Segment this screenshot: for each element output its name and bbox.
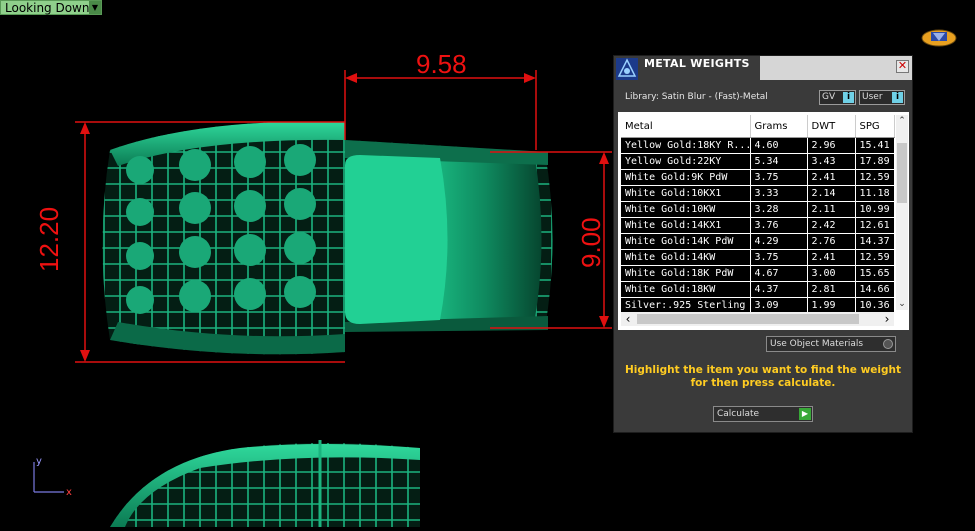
axis-gizmo: y x [33,456,72,498]
table-row[interactable]: White Gold:10KX1 3.33 2.14 11.18 [621,185,895,202]
chevron-down-icon[interactable]: ▼ [89,1,101,14]
table-cell: 2.81 [807,281,856,298]
table-cell: 14.66 [855,281,895,298]
table-cell: 3.75 [750,249,808,266]
table-cell: 3.43 [807,153,856,170]
table-cell: 12.59 [855,249,895,266]
scroll-thumb[interactable] [897,143,907,203]
table-cell: 4.37 [750,281,808,298]
table-cell: 2.14 [807,185,856,202]
panel-title-bar[interactable]: METAL WEIGHTS ✕ [614,56,912,80]
calculate-label: Calculate [717,409,760,419]
view-dropdown-label: Looking Down [5,1,90,15]
table-cell: White Gold:10KW [621,201,751,218]
column-header[interactable]: DWT [807,115,856,138]
table-cell: White Gold:18K PdW [621,265,751,282]
table-cell: 2.41 [807,249,856,266]
table-cell: 4.29 [750,233,808,250]
gv-toggle-label: GV [822,92,836,102]
table-cell: 2.41 [807,169,856,186]
table-row[interactable]: White Gold:18KW 4.37 2.81 14.66 [621,281,895,298]
table-row[interactable]: White Gold:9K PdW 3.75 2.41 12.59 [621,169,895,186]
table-cell: 15.41 [855,137,895,154]
table-cell: 10.99 [855,201,895,218]
table-cell: 4.67 [750,265,808,282]
axis-y-label: y [36,456,42,467]
table-cell: 15.65 [855,265,895,282]
table-row[interactable]: White Gold:14KW 3.75 2.41 12.59 [621,249,895,266]
panel-title: METAL WEIGHTS [644,57,750,70]
user-toggle[interactable]: User i [859,90,905,105]
use-object-materials-label: Use Object Materials [770,339,864,349]
column-header[interactable]: Metal [621,115,751,138]
column-header[interactable]: SPG [855,115,895,138]
table-cell: 3.76 [750,217,808,234]
table-row[interactable]: White Gold:14KX1 3.76 2.42 12.61 [621,217,895,234]
table-cell: 2.11 [807,201,856,218]
table-cell: 2.76 [807,233,856,250]
nav-cube-icon[interactable] [920,28,958,48]
column-header[interactable]: Grams [750,115,808,138]
axis-x-label: x [66,487,72,498]
chevron-right-icon[interactable]: › [880,312,894,326]
table-cell: 3.75 [750,169,808,186]
table-cell: White Gold:9K PdW [621,169,751,186]
dimension-top: 9.58 [416,49,467,79]
close-icon[interactable]: ✕ [896,60,909,73]
table-header-row: Metal Grams DWT SPG [621,115,895,138]
vertical-scrollbar[interactable]: ⌃ ⌄ [896,115,908,310]
dimension-right: 9.00 [576,217,606,268]
metal-weights-panel: METAL WEIGHTS ✕ Library: Satin Blur - (F… [613,55,913,433]
table-row[interactable]: White Gold:10KW 3.28 2.11 10.99 [621,201,895,218]
table-cell: White Gold:14KW [621,249,751,266]
table-row[interactable]: White Gold:18K PdW 4.67 3.00 15.65 [621,265,895,282]
table-cell: 14.37 [855,233,895,250]
chevron-down-icon[interactable]: ⌄ [896,298,908,310]
table-cell: 3.28 [750,201,808,218]
table-cell: 17.89 [855,153,895,170]
info-icon: i [843,92,854,103]
table-cell: 11.18 [855,185,895,202]
table-cell: White Gold:14K PdW [621,233,751,250]
table-cell: 12.59 [855,169,895,186]
table-cell: 4.60 [750,137,808,154]
table-row[interactable]: Yellow Gold:18KY R... 4.60 2.96 15.41 [621,137,895,154]
horizontal-scrollbar[interactable]: ‹ › [621,312,894,326]
chevron-up-icon[interactable]: ⌃ [896,115,908,127]
table-row[interactable]: White Gold:14K PdW 4.29 2.76 14.37 [621,233,895,250]
table-cell: 12.61 [855,217,895,234]
chevron-left-icon[interactable]: ‹ [621,312,635,326]
table-cell: White Gold:10KX1 [621,185,751,202]
info-icon: i [892,92,903,103]
use-object-materials-toggle[interactable]: Use Object Materials [766,336,896,352]
app-logo-icon [616,58,638,80]
metal-table[interactable]: Metal Grams DWT SPG Yellow Gold:18KY R..… [618,112,909,330]
table-cell: 2.96 [807,137,856,154]
radio-icon[interactable] [883,339,893,349]
panel-title-tab: METAL WEIGHTS [614,56,760,80]
table-cell: 3.00 [807,265,856,282]
dimension-left: 12.20 [34,206,64,272]
table-cell: 3.33 [750,185,808,202]
view-dropdown[interactable]: Looking Down ▼ [0,0,102,15]
table-cell: White Gold:14KX1 [621,217,751,234]
table-cell: Yellow Gold:18KY R... [621,137,751,154]
gv-toggle[interactable]: GV i [819,90,856,105]
play-icon[interactable]: ▶ [799,408,811,420]
user-toggle-label: User [862,92,883,102]
scroll-thumb[interactable] [637,314,859,324]
table-cell: 2.42 [807,217,856,234]
library-label: Library: Satin Blur - (Fast)-Metal [625,92,768,102]
calculate-button[interactable]: Calculate ▶ [713,406,813,422]
table-cell: 5.34 [750,153,808,170]
table-row[interactable]: Yellow Gold:22KY 5.34 3.43 17.89 [621,153,895,170]
table-cell: Yellow Gold:22KY [621,153,751,170]
instruction-text: Highlight the item you want to find the … [625,364,901,389]
table-cell: White Gold:18KW [621,281,751,298]
